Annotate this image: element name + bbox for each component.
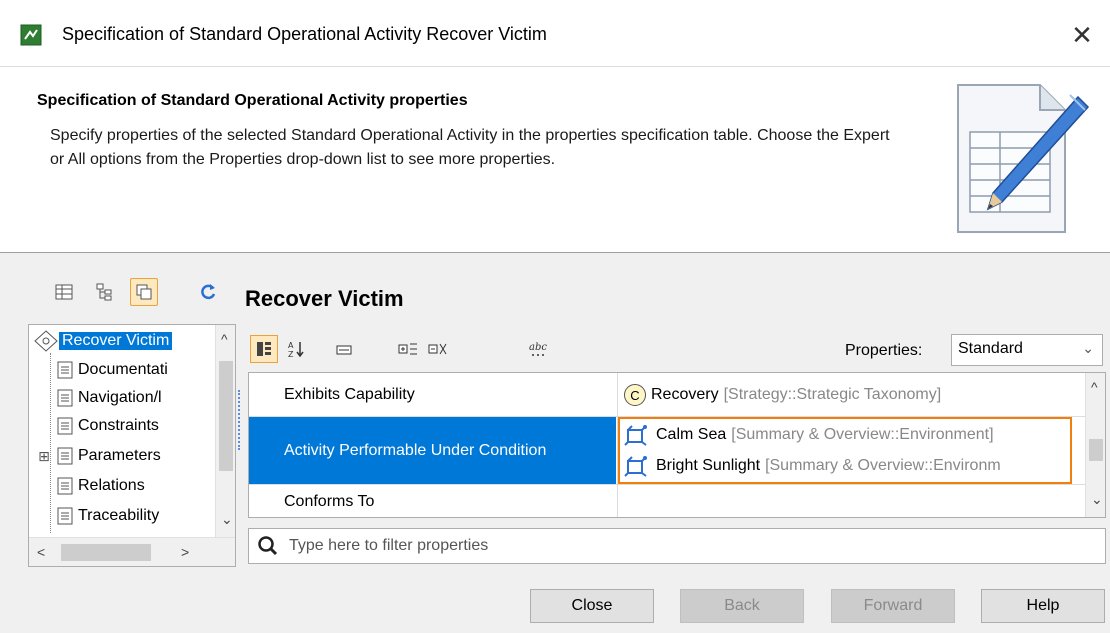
tree-item-traceability[interactable]: Traceability xyxy=(55,503,162,529)
tree-item-label: Constraints xyxy=(78,417,159,434)
tree-item-label: Traceability xyxy=(78,507,160,524)
dialog-footer: Close Back Forward Help xyxy=(0,567,1110,633)
filter-box[interactable] xyxy=(248,528,1106,564)
properties-label: Properties: xyxy=(845,342,923,359)
close-button[interactable]: Close xyxy=(530,589,654,623)
new-window-icon[interactable] xyxy=(130,278,158,306)
page-icon xyxy=(57,361,73,379)
categorized-view-icon[interactable] xyxy=(250,335,278,363)
value-owner: [Strategy::Strategic Taxonomy] xyxy=(723,386,942,403)
tree-horizontal-scrollbar[interactable]: < > xyxy=(29,537,235,566)
capability-icon: C xyxy=(624,384,646,406)
spec-toolbar: Recover Victim xyxy=(0,254,1110,324)
property-row-activity-performable[interactable]: ▶ Activity Performable Under Condition C… xyxy=(249,417,1085,485)
scroll-down-arrow[interactable]: ⌄ xyxy=(221,511,233,528)
app-icon xyxy=(20,24,42,46)
value-name: Calm Sea xyxy=(656,426,727,443)
tree-item-label: Relations xyxy=(78,477,145,494)
svg-text:Z: Z xyxy=(288,350,294,358)
chevron-down-icon: ⌄ xyxy=(1082,340,1094,356)
tree-item-constraints[interactable]: Constraints xyxy=(55,413,162,439)
back-button[interactable]: Back xyxy=(680,589,804,623)
value-owner: [Summary & Overview::Environm xyxy=(765,457,1001,474)
filter-input[interactable] xyxy=(287,531,1087,561)
grid-vertical-scrollbar[interactable]: ^ ⌄ xyxy=(1085,373,1105,517)
property-row-conforms-to[interactable]: Conforms To xyxy=(249,485,1085,517)
properties-toolbar: AZ abc Properties: Standard ⌄ xyxy=(248,328,1106,372)
scroll-thumb[interactable] xyxy=(61,544,151,561)
panel-splitter[interactable] xyxy=(238,390,242,450)
collapse-all-icon[interactable] xyxy=(424,335,452,363)
properties-grid[interactable]: Exhibits Capability C Recovery [Strategy… xyxy=(248,372,1106,518)
page-icon xyxy=(57,477,73,495)
activity-icon xyxy=(34,330,58,352)
scroll-thumb[interactable] xyxy=(219,361,233,471)
property-name: Exhibits Capability xyxy=(284,385,415,403)
property-name: Conforms To xyxy=(284,493,375,510)
header-title: Specification of Standard Operational Ac… xyxy=(37,92,468,109)
scroll-left-arrow[interactable]: < xyxy=(37,544,45,560)
value-name: Bright Sunlight xyxy=(656,457,761,474)
sort-alphabetically-icon[interactable]: AZ xyxy=(282,335,310,363)
scroll-up-arrow[interactable]: ^ xyxy=(221,331,228,347)
title-bar: Specification of Standard Operational Ac… xyxy=(0,0,1110,67)
property-value[interactable]: C Recovery [Strategy::Strategic Taxonomy… xyxy=(617,373,1085,416)
svg-text:abc: abc xyxy=(529,342,547,353)
tree-item-parameters[interactable]: ⊞ Parameters xyxy=(33,443,164,469)
scroll-down-arrow[interactable]: ⌄ xyxy=(1091,491,1103,508)
value-item[interactable]: Calm Sea [Summary & Overview::Environmen… xyxy=(624,423,994,447)
refresh-icon[interactable] xyxy=(194,278,222,306)
property-row-exhibits-capability[interactable]: Exhibits Capability C Recovery [Strategy… xyxy=(249,373,1085,417)
tree-item-navigation[interactable]: Navigation/l xyxy=(55,385,165,411)
help-button[interactable]: Help xyxy=(981,589,1105,623)
scroll-right-arrow[interactable]: > xyxy=(181,544,189,560)
element-title: Recover Victim xyxy=(245,286,404,311)
value-item[interactable]: C Recovery [Strategy::Strategic Taxonomy… xyxy=(624,384,941,406)
condition-icon xyxy=(624,456,647,477)
search-icon xyxy=(258,536,278,556)
scroll-thumb[interactable] xyxy=(1089,439,1103,461)
description-icon[interactable] xyxy=(330,335,358,363)
close-window-button[interactable]: ✕ xyxy=(1064,17,1100,53)
page-icon xyxy=(57,507,73,525)
tree-item-label: Documentati xyxy=(78,361,168,378)
value-name: Recovery xyxy=(651,386,719,403)
tree-item-label: Recover Victim xyxy=(59,332,173,350)
expand-icon[interactable]: ⊞ xyxy=(33,448,55,465)
page-icon xyxy=(57,389,73,407)
navigation-tree[interactable]: Recover Victim Documentati Navigation/l … xyxy=(28,324,236,567)
property-value[interactable] xyxy=(617,485,1085,517)
specification-table-pencil-icon xyxy=(957,84,1090,233)
header-panel: Specification of Standard Operational Ac… xyxy=(0,67,1110,253)
show-table-icon[interactable] xyxy=(50,278,78,306)
tree-vertical-scrollbar[interactable]: ^ ⌄ xyxy=(215,325,235,537)
condition-icon xyxy=(624,425,647,446)
forward-button[interactable]: Forward xyxy=(831,589,955,623)
property-value[interactable]: Calm Sea [Summary & Overview::Environmen… xyxy=(617,417,1085,484)
properties-selected-value: Standard xyxy=(958,340,1023,357)
properties-dropdown[interactable]: Standard ⌄ xyxy=(951,334,1103,366)
window-title: Specification of Standard Operational Ac… xyxy=(62,24,547,44)
value-item[interactable]: Bright Sunlight [Summary & Overview::Env… xyxy=(624,454,1001,478)
scroll-up-arrow[interactable]: ^ xyxy=(1091,379,1098,395)
svg-text:A: A xyxy=(288,341,294,350)
page-icon xyxy=(57,447,73,465)
header-description: Specify properties of the selected Stand… xyxy=(50,127,890,168)
spelling-check-icon[interactable]: abc xyxy=(524,335,552,363)
tree-item-recover-victim[interactable]: Recover Victim xyxy=(33,328,173,354)
tree-item-relations[interactable]: Relations xyxy=(55,473,148,499)
tree-item-documentation[interactable]: Documentati xyxy=(55,357,171,383)
expand-all-icon[interactable] xyxy=(394,335,422,363)
tree-item-label: Navigation/l xyxy=(78,389,162,406)
page-icon xyxy=(57,417,73,435)
tree-view-icon[interactable] xyxy=(90,278,118,306)
property-name: Activity Performable Under Condition xyxy=(249,417,616,484)
capability-icon-letter: C xyxy=(630,387,640,403)
tree-item-label: Parameters xyxy=(78,447,161,464)
value-owner: [Summary & Overview::Environment] xyxy=(731,426,994,443)
